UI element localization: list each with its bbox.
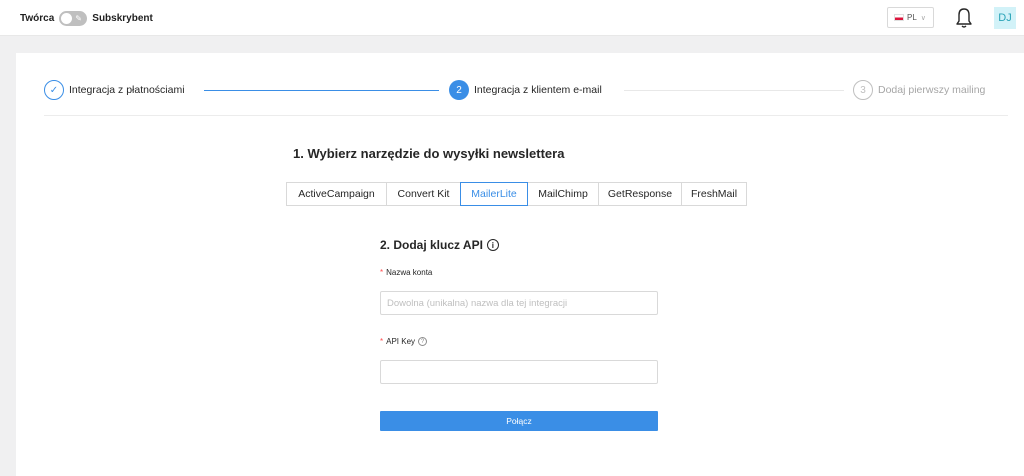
poland-flag-icon xyxy=(894,14,904,21)
language-select[interactable]: PL ∨ xyxy=(887,7,934,28)
section-title-text: 2. Dodaj klucz API xyxy=(380,238,483,252)
tab-getresponse[interactable]: GetResponse xyxy=(598,182,682,206)
main-card: ✓ Integracja z płatnościami 2 Integracja… xyxy=(16,53,1024,476)
account-name-label-text: Nazwa konta xyxy=(386,268,433,277)
tab-activecampaign[interactable]: ActiveCampaign xyxy=(286,182,387,206)
step-first-mailing[interactable]: 3 Dodaj pierwszy mailing xyxy=(853,80,985,100)
tab-mailchimp[interactable]: MailChimp xyxy=(527,182,599,206)
step-number: 3 xyxy=(853,80,873,100)
role-toggle: Twórca ✎ Subskrybent xyxy=(20,9,153,27)
check-icon: ✓ xyxy=(44,80,64,100)
api-key-input[interactable] xyxy=(380,360,658,384)
top-bar: Twórca ✎ Subskrybent PL ∨ DJ xyxy=(0,0,1024,36)
tool-tabs: ActiveCampaign Convert Kit MailerLite Ma… xyxy=(286,182,747,206)
api-key-label-text: API Key xyxy=(386,337,416,346)
language-code: PL xyxy=(907,13,917,22)
account-name-input[interactable] xyxy=(380,291,658,315)
switch-mark-icon: ✎ xyxy=(75,13,82,23)
step-payments[interactable]: ✓ Integracja z płatnościami xyxy=(44,80,185,100)
role-label-creator: Twórca xyxy=(20,12,55,24)
required-asterisk: * xyxy=(380,268,384,277)
info-icon[interactable]: i xyxy=(486,239,499,251)
tab-convertkit[interactable]: Convert Kit xyxy=(386,182,461,206)
tab-mailerlite[interactable]: MailerLite xyxy=(460,182,528,206)
step-connector xyxy=(204,90,439,91)
question-icon[interactable]: ? xyxy=(418,337,428,346)
avatar[interactable]: DJ xyxy=(994,7,1016,29)
section-title-api: 2. Dodaj klucz API i xyxy=(380,238,499,252)
step-label: Dodaj pierwszy mailing xyxy=(878,84,986,96)
step-number: 2 xyxy=(449,80,469,100)
required-asterisk: * xyxy=(380,337,384,346)
role-label-subscriber: Subskrybent xyxy=(92,12,153,24)
bell-icon[interactable] xyxy=(955,7,973,29)
chevron-down-icon: ∨ xyxy=(920,14,926,22)
section-title-tool: 1. Wybierz narzędzie do wysyłki newslett… xyxy=(293,146,565,161)
step-label: Integracja z płatnościami xyxy=(69,84,185,96)
role-switch[interactable]: ✎ xyxy=(59,10,88,26)
api-key-label: * API Key ? xyxy=(380,337,428,346)
tab-freshmail[interactable]: FreshMail xyxy=(681,182,747,206)
account-name-label: * Nazwa konta xyxy=(380,268,432,277)
connect-button[interactable]: Połącz xyxy=(380,411,658,431)
step-label: Integracja z klientem e-mail xyxy=(474,84,602,96)
divider xyxy=(44,115,1008,116)
step-email-client[interactable]: 2 Integracja z klientem e-mail xyxy=(449,80,602,100)
steps-progress: ✓ Integracja z płatnościami 2 Integracja… xyxy=(44,80,1008,104)
step-connector xyxy=(624,90,844,91)
switch-knob xyxy=(61,12,73,24)
